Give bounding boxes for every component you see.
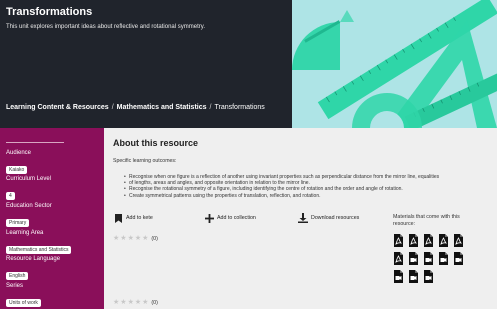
video-file-icon[interactable] (394, 270, 403, 283)
header-text-area: Transformations This unit explores impor… (0, 0, 292, 128)
outcomes-list: Recognise when one figure is a reflectio… (124, 174, 496, 199)
facet-chip-learning-area[interactable]: Mathematics and Statistics (6, 246, 72, 254)
add-to-kete-label: Add to kete (126, 215, 153, 221)
resource-main: About this resource Specific learning ou… (104, 128, 497, 309)
star-icon[interactable]: ★ (120, 235, 126, 242)
star-icon[interactable]: ★ (142, 235, 148, 242)
breadcrumb-link-learning-content[interactable]: Learning Content & Resources (6, 104, 109, 111)
star-icon[interactable]: ★ (113, 235, 119, 242)
video-file-icon[interactable] (424, 270, 433, 283)
facet-chip-resource-language[interactable]: English (6, 272, 29, 280)
pdf-file-icon[interactable] (439, 234, 448, 247)
plus-icon (204, 213, 214, 223)
pdf-file-icon[interactable] (454, 234, 463, 247)
facet-label: Curriculum Level (6, 176, 52, 182)
breadcrumb: Learning Content & Resources / Mathemati… (6, 104, 265, 111)
facet-audience: Audience Kaiako (6, 150, 31, 176)
outcomes-subheading: Specific learning outcomes: (113, 158, 177, 164)
rulers-illustration (292, 0, 497, 128)
hero-image-rulers (292, 0, 497, 128)
rating-count: (0) (151, 235, 158, 242)
facet-label: Education Sector (6, 203, 52, 209)
video-file-icon[interactable] (424, 252, 433, 265)
facet-chip-education-sector[interactable]: Primary (6, 219, 30, 227)
materials-row (394, 270, 474, 283)
breadcrumb-separator: / (209, 104, 212, 111)
facet-chip-curriculum-level[interactable]: 4 (6, 192, 15, 200)
filter-sidebar: Audience Kaiako Curriculum Level 4 Educa… (0, 128, 104, 309)
add-to-collection-button[interactable]: Add to collection (204, 213, 256, 223)
sidebar-divider (6, 142, 64, 143)
materials-label: Materials that come with this resource: (393, 214, 460, 227)
star-icon[interactable]: ★ (135, 235, 141, 242)
video-file-icon[interactable] (454, 252, 463, 265)
add-to-collection-label: Add to collection (217, 215, 256, 221)
breadcrumb-separator: / (111, 104, 114, 111)
materials-grid (394, 234, 474, 288)
materials-row (394, 234, 474, 247)
facet-chip-series[interactable]: Units of work (6, 299, 41, 307)
download-icon (298, 213, 308, 223)
facet-series: Series Units of work (6, 283, 41, 309)
facet-label: Series (6, 283, 24, 289)
breadcrumb-link-maths-stats[interactable]: Mathematics and Statistics (117, 104, 207, 111)
download-resources-label: Download resources (311, 215, 360, 221)
star-icon[interactable]: ★ (128, 299, 134, 306)
outcome-item: Create symmetrical patterns using the pr… (124, 193, 496, 199)
breadcrumb-current: Transformations (214, 104, 265, 111)
facet-education-sector: Education Sector Primary (6, 203, 52, 229)
facet-learning-area: Learning Area Mathematics and Statistics (6, 230, 72, 256)
facet-label: Learning Area (6, 230, 44, 236)
add-to-kete-button[interactable]: Add to kete (113, 213, 153, 223)
facet-label: Audience (6, 150, 32, 156)
materials-row (394, 252, 474, 265)
facet-chip-audience[interactable]: Kaiako (6, 166, 28, 174)
star-icon[interactable]: ★ (120, 299, 126, 306)
pdf-file-icon[interactable] (424, 234, 433, 247)
page-header: Transformations This unit explores impor… (0, 0, 497, 128)
page-title: Transformations (6, 6, 93, 18)
bookmark-icon (113, 213, 123, 223)
star-rating-secondary[interactable]: ★ ★ ★ ★ ★ (0) (113, 299, 158, 306)
star-rating[interactable]: ★ ★ ★ ★ ★ (0) (113, 235, 158, 242)
page-description: This unit explores important ideas about… (6, 24, 205, 30)
video-file-icon[interactable] (409, 252, 418, 265)
star-icon[interactable]: ★ (113, 299, 119, 306)
rating-count: (0) (151, 299, 158, 306)
video-file-icon[interactable] (439, 252, 448, 265)
facet-label: Resource Language (6, 256, 61, 262)
video-file-icon[interactable] (409, 270, 418, 283)
pdf-file-icon[interactable] (394, 252, 403, 265)
facet-resource-language: Resource Language English (6, 256, 60, 282)
pdf-file-icon[interactable] (394, 234, 403, 247)
download-resources-button[interactable]: Download resources (298, 213, 359, 223)
star-icon[interactable]: ★ (142, 299, 148, 306)
facet-curriculum-level: Curriculum Level 4 (6, 176, 51, 202)
star-icon[interactable]: ★ (128, 235, 134, 242)
pdf-file-icon[interactable] (409, 234, 418, 247)
about-heading: About this resource (113, 138, 199, 148)
star-icon[interactable]: ★ (135, 299, 141, 306)
